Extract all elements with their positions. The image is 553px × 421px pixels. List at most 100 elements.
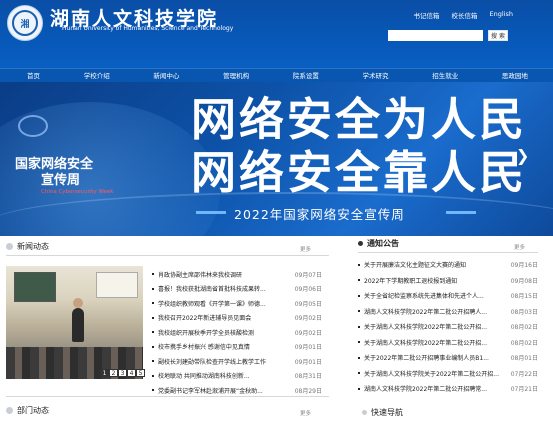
site-header: 湘 湖南人文科技学院 Hunan University of Humanitie… bbox=[0, 0, 553, 68]
dept-more-link[interactable]: 更多 bbox=[300, 409, 311, 417]
notice-divider bbox=[358, 252, 538, 253]
search-input[interactable] bbox=[388, 30, 483, 41]
list-item[interactable]: 校市携手乡村振兴 感谢信中见真情 09月01日 bbox=[152, 340, 322, 355]
pager-1[interactable]: 1 bbox=[100, 369, 109, 377]
pager-2[interactable]: 2 bbox=[109, 369, 118, 377]
banner-subtitle-deco-right bbox=[446, 211, 476, 214]
news-photo[interactable] bbox=[6, 266, 143, 379]
site-title-en: Hunan University of Humanities, Science … bbox=[62, 25, 234, 32]
list-item[interactable]: 关于湖南人文科技学院2022年第二批公开招... 08月02日 bbox=[358, 335, 538, 351]
english-link[interactable]: English bbox=[490, 10, 513, 20]
bullet-icon bbox=[152, 331, 154, 334]
bullet-icon bbox=[358, 341, 360, 344]
news-item-date: 08月31日 bbox=[294, 373, 322, 381]
banner-next-arrow-icon[interactable]: ❯ bbox=[516, 148, 529, 164]
logo-emblem: 湘 bbox=[12, 10, 38, 36]
president-mailbox-link[interactable]: 校长信箱 bbox=[452, 10, 478, 20]
list-item[interactable]: 关于开展廉洁文化主题征文大赛的通知 09月16日 bbox=[358, 257, 538, 273]
nav-home[interactable]: 首页 bbox=[27, 69, 40, 82]
nav-research[interactable]: 学术研究 bbox=[363, 69, 389, 82]
list-item[interactable]: 学校组织教师观看《开学第一课》师德... 09月05日 bbox=[152, 296, 322, 311]
quicknav-title-text: 快速导航 bbox=[371, 408, 403, 417]
search-button[interactable]: 搜 索 bbox=[488, 30, 508, 41]
list-item[interactable]: 副校长刘建勋带队检查开学线上教学工作 09月01日 bbox=[152, 354, 322, 369]
bullet-icon bbox=[152, 287, 154, 290]
notice-item-date: 09月08日 bbox=[510, 277, 538, 285]
bullet-icon bbox=[358, 279, 360, 282]
school-logo[interactable]: 湘 bbox=[7, 5, 43, 41]
nav-departments[interactable]: 院系设置 bbox=[293, 69, 319, 82]
bullet-icon bbox=[358, 310, 360, 313]
list-item[interactable]: 喜报！我校获批湖南省首批科技成果转... 09月06日 bbox=[152, 282, 322, 297]
news-item-title: 我校组织开展秋季开学全员核酸检测 bbox=[158, 329, 255, 337]
photo-blackboard bbox=[14, 272, 56, 302]
news-item-title: 校地联动 共同推动湖南科技创新... bbox=[158, 373, 250, 381]
pager-5[interactable]: 5 bbox=[136, 369, 145, 377]
notice-item-title: 关于开展廉洁文化主题征文大赛的通知 bbox=[364, 262, 467, 270]
news-list: 肖政协副主席邵伟林来我校调研 09月07日 喜报！我校获批湖南省首批科技成果转..… bbox=[152, 267, 322, 398]
list-item[interactable]: 湖南人文科技学院2022年第二批公开招聘人... 08月03日 bbox=[358, 304, 538, 320]
list-item[interactable]: 我校组织开展秋季开学全员核酸检测 09月02日 bbox=[152, 325, 322, 340]
notice-item-title: 关于湖南人文科技学院2022年第二批公开招... bbox=[364, 339, 487, 347]
notice-item-date: 08月02日 bbox=[510, 324, 538, 332]
secretary-mailbox-link[interactable]: 书记信箱 bbox=[414, 10, 440, 20]
pager-3[interactable]: 3 bbox=[118, 369, 127, 377]
hero-banner[interactable]: 国家网络安全 宣传周 China Cybersecurity Week 网络安全… bbox=[0, 82, 553, 236]
list-item[interactable]: 关于2022年第二批公开招聘事业编制人员B1... 08月01日 bbox=[358, 350, 538, 366]
news-item-title: 喜报！我校获批湖南省首批科技成果转... bbox=[158, 286, 266, 294]
notice-item-title: 关于2022年第二批公开招聘事业编制人员B1... bbox=[364, 355, 489, 363]
bullet-icon bbox=[152, 374, 154, 377]
banner-left-title-2: 宣传周 bbox=[41, 173, 81, 188]
bullet-icon bbox=[152, 273, 154, 276]
bullet-icon bbox=[152, 316, 154, 319]
nav-admin[interactable]: 管理机构 bbox=[223, 69, 249, 82]
news-item-title: 校市携手乡村振兴 感谢信中见真情 bbox=[158, 344, 250, 352]
list-item[interactable]: 肖政协副主席邵伟林来我校调研 09月07日 bbox=[152, 267, 322, 282]
news-item-date: 09月07日 bbox=[294, 271, 322, 279]
news-item-date: 09月02日 bbox=[294, 315, 322, 323]
notice-item-date: 08月02日 bbox=[510, 339, 538, 347]
nav-about[interactable]: 学校介绍 bbox=[84, 69, 110, 82]
news-item-date: 09月05日 bbox=[294, 300, 322, 308]
notice-list: 关于开展廉洁文化主题征文大赛的通知 09月16日 2022年下学期教职工退校报到通… bbox=[358, 257, 538, 397]
dept-section-title[interactable]: 部门动态 bbox=[6, 405, 49, 416]
notice-item-title: 关于湖南人文科技学院关于2022年第二批公开招... bbox=[364, 370, 499, 378]
bullet-icon bbox=[358, 325, 360, 328]
bullet-icon bbox=[358, 387, 360, 390]
list-item[interactable]: 我校召开2022年新进辅导员见面会 09月02日 bbox=[152, 311, 322, 326]
notice-section-title[interactable]: 通知公告 bbox=[358, 238, 399, 249]
top-links: 书记信箱 校长信箱 English bbox=[414, 10, 513, 20]
notice-item-date: 09月16日 bbox=[510, 262, 538, 270]
nav-news[interactable]: 新闻中心 bbox=[153, 69, 179, 82]
news-item-date: 08月29日 bbox=[294, 387, 322, 395]
notice-item-title: 2022年下学期教职工退校报到通知 bbox=[364, 277, 458, 285]
list-item[interactable]: 关于湖南人文科技学院2022年第二批公开招... 08月02日 bbox=[358, 319, 538, 335]
notice-item-title: 关于全省纪检监察系统先进集体和先进个人... bbox=[364, 293, 484, 301]
news-more-link[interactable]: 更多 bbox=[300, 245, 311, 253]
pager-4[interactable]: 4 bbox=[127, 369, 136, 377]
news-section-title[interactable]: 新闻动态 bbox=[6, 241, 49, 252]
nav-ideology[interactable]: 思政园地 bbox=[502, 69, 528, 82]
list-item[interactable]: 关于湖南人文科技学院关于2022年第二批公开招... 07月22日 bbox=[358, 366, 538, 382]
notice-item-title: 湖南人文科技学院2022年第二批公开招聘人... bbox=[364, 308, 487, 316]
list-item[interactable]: 校地联动 共同推动湖南科技创新... 08月31日 bbox=[152, 369, 322, 384]
photo-speaker-head bbox=[73, 298, 83, 308]
quicknav-section-title[interactable]: 快速导航 bbox=[362, 407, 403, 418]
news-item-title: 我校召开2022年新进辅导员见面会 bbox=[158, 315, 252, 323]
bullet-icon bbox=[152, 345, 154, 348]
bullet-icon bbox=[358, 372, 360, 375]
notice-item-date: 08月15日 bbox=[510, 293, 538, 301]
section-bullet-icon bbox=[358, 241, 363, 246]
list-item[interactable]: 2022年下学期教职工退校报到通知 09月08日 bbox=[358, 273, 538, 289]
nav-admission[interactable]: 招生就业 bbox=[432, 69, 458, 82]
banner-left-english: China Cybersecurity Week bbox=[41, 189, 114, 195]
photo-speaker bbox=[72, 308, 84, 342]
section-bullet-icon bbox=[362, 410, 367, 415]
list-item[interactable]: 湖南人文科技学院2022年第二批公开招聘常... 07月21日 bbox=[358, 381, 538, 397]
notice-more-link[interactable]: 更多 bbox=[514, 243, 525, 251]
banner-headline-2: 网络安全靠人民 bbox=[191, 146, 528, 199]
list-item[interactable]: 关于全省纪检监察系统先进集体和先进个人... 08月15日 bbox=[358, 288, 538, 304]
photo-screen bbox=[96, 272, 138, 298]
news-item-title: 肖政协副主席邵伟林来我校调研 bbox=[158, 271, 243, 279]
bullet-icon bbox=[358, 263, 360, 266]
